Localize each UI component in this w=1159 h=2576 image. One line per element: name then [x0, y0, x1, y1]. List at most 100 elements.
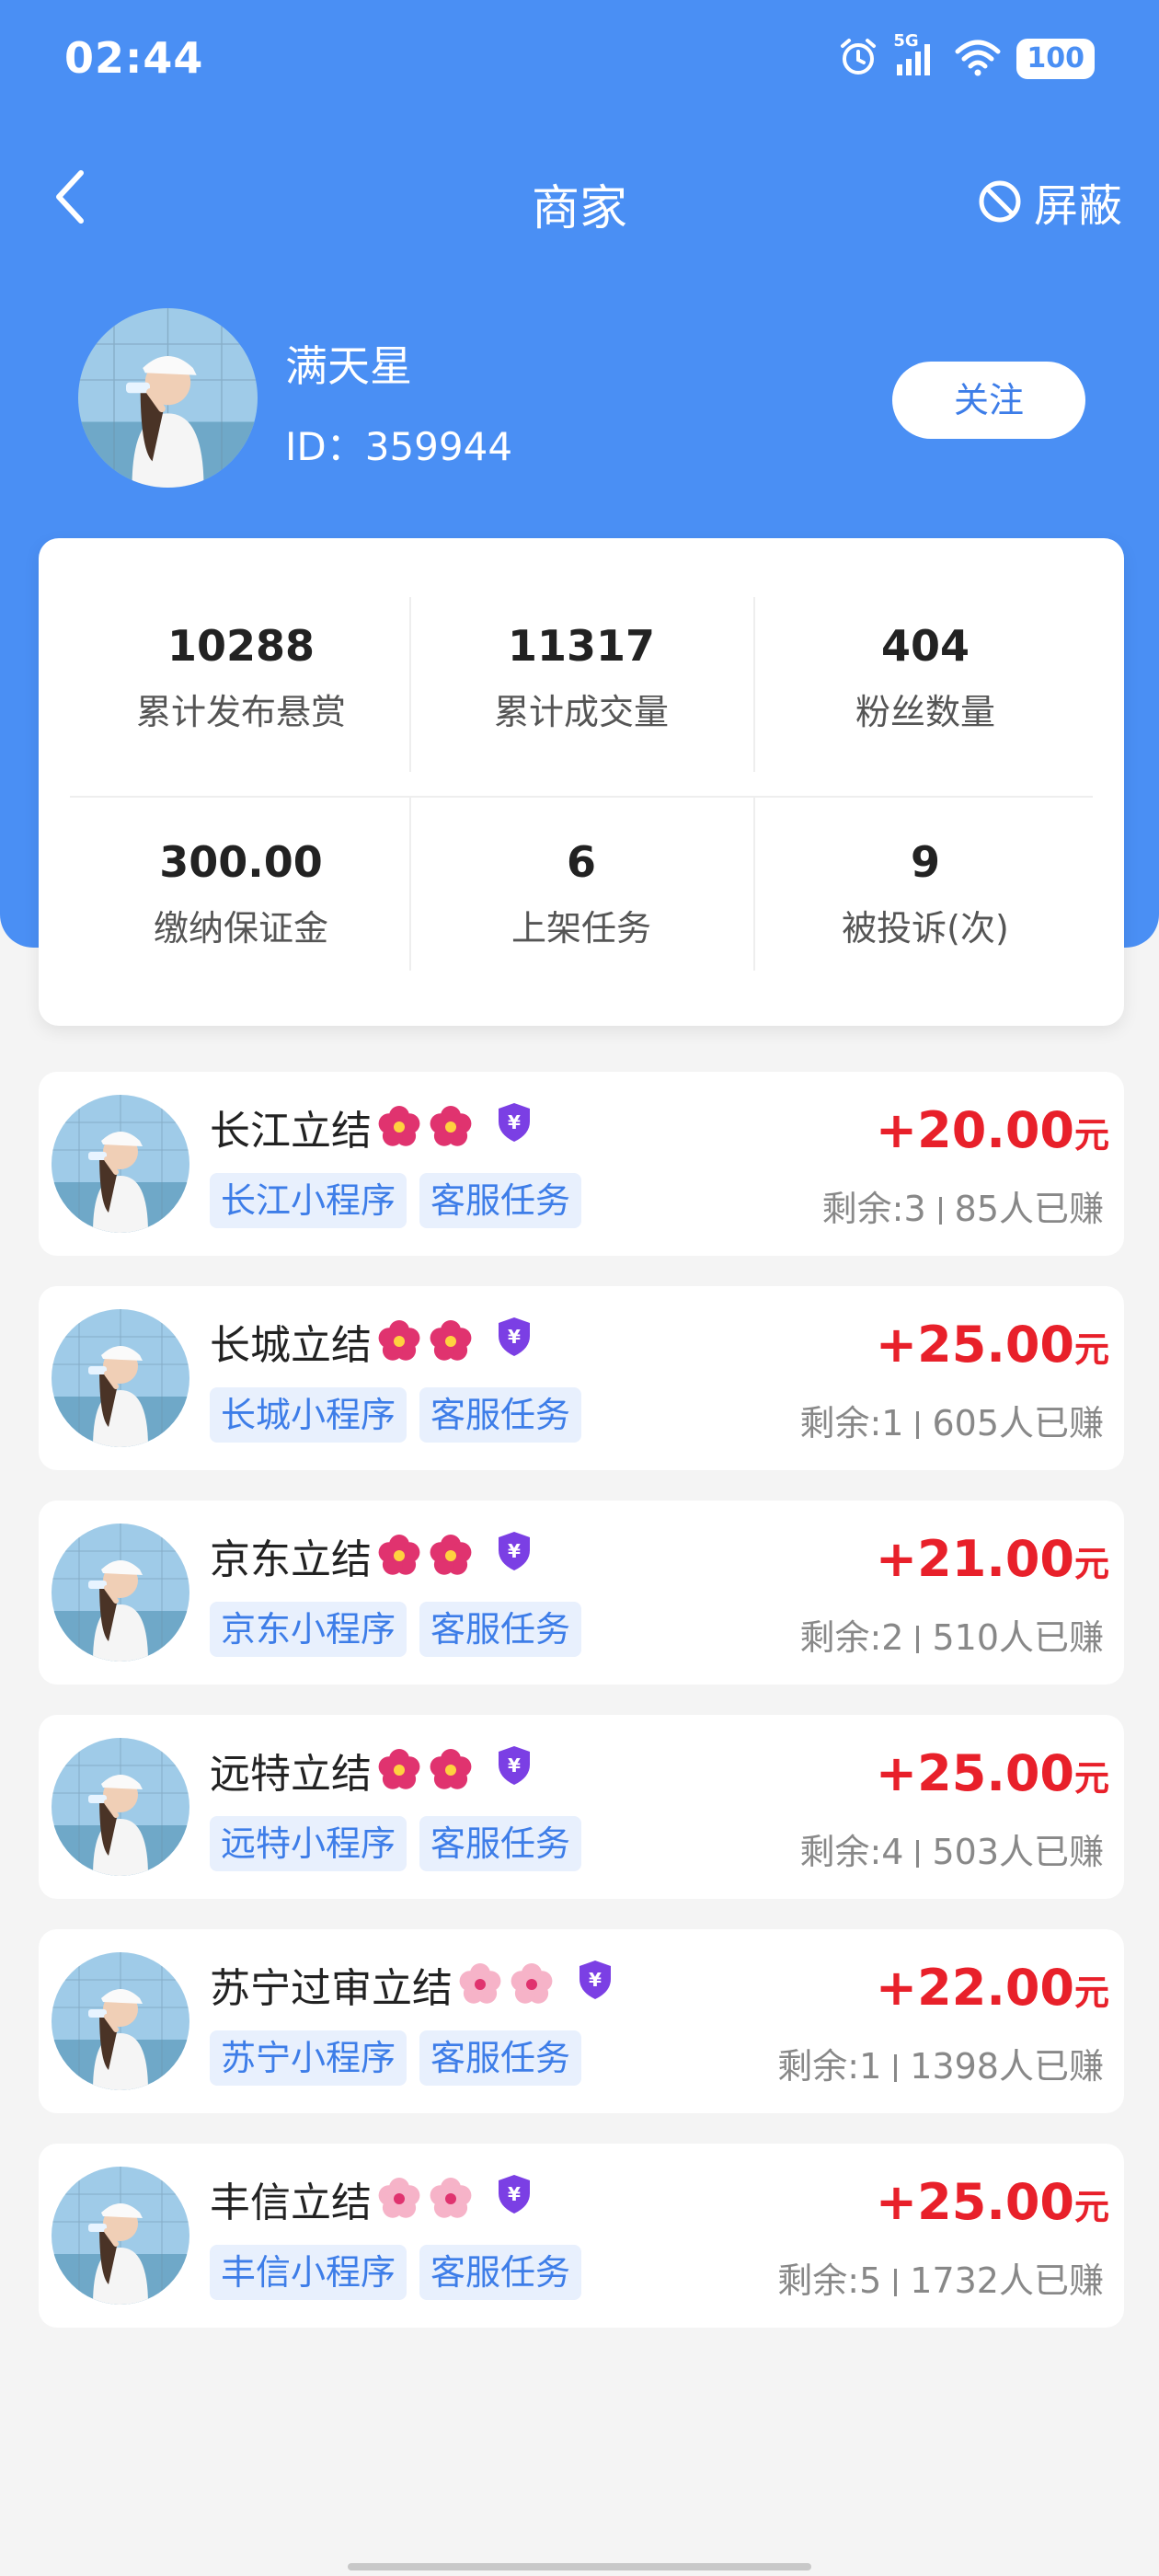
reward-amount: +21.00 — [875, 1530, 1074, 1588]
hibiscus-icon — [375, 1746, 423, 1794]
follow-button[interactable]: 关注 — [892, 362, 1085, 439]
cherry-blossom-icon — [427, 2175, 475, 2223]
task-avatar — [52, 1309, 189, 1447]
block-icon — [979, 180, 1021, 223]
meta-separator — [916, 1626, 920, 1653]
stat-label: 上架任务 — [511, 908, 651, 949]
reward-amount: +25.00 — [875, 1744, 1074, 1802]
signal-icon: 5G — [893, 31, 939, 81]
task-card[interactable]: 苏宁过审立结 ¥ 苏宁小程序 客服任务 +22.00元剩余:1 1398人已赚 — [39, 1929, 1124, 2113]
stat-label: 累计成交量 — [493, 692, 669, 732]
home-indicator[interactable] — [348, 2563, 811, 2570]
svg-text:¥: ¥ — [508, 1326, 521, 1348]
block-button[interactable]: 屏蔽 — [977, 169, 1122, 234]
nav-bar: 商家 屏蔽 — [0, 156, 1159, 248]
task-card[interactable]: 长江立结 ¥ 长江小程序 客服任务 +20.00元剩余:3 85人已赚 — [39, 1072, 1124, 1256]
stat-listed-tasks: 6 上架任务 — [410, 837, 752, 950]
task-reward: +20.00元 — [876, 1101, 1109, 1159]
hibiscus-icon — [427, 1746, 475, 1794]
task-card[interactable]: 长城立结 ¥ 长城小程序 客服任务 +25.00元 剩余:1 605人已赚 — [39, 1286, 1124, 1470]
task-tag: 京东小程序 — [210, 1602, 407, 1657]
cherry-blossom-icon — [508, 1961, 556, 2008]
stat-total-rewards: 10288 累计发布悬赏 — [70, 621, 412, 734]
task-remaining: 剩余:2 — [799, 1617, 904, 1658]
task-meta: 剩余:4 503人已赚 — [799, 1823, 1104, 1874]
task-tag: 客服任务 — [419, 1173, 582, 1228]
battery-indicator: 100 — [1016, 39, 1095, 79]
merchant-name: 满天星 — [285, 341, 412, 391]
hibiscus-icon — [375, 1103, 423, 1151]
reward-unit: 元 — [1073, 2187, 1109, 2227]
wifi-icon — [954, 37, 1002, 81]
task-meta: 剩余:3 85人已赚 — [822, 1180, 1104, 1231]
task-tag: 客服任务 — [419, 1816, 582, 1871]
task-reward: +21.00元 — [876, 1530, 1109, 1588]
task-title: 丰信立结 — [210, 2179, 372, 2226]
task-tag: 长江小程序 — [210, 1173, 407, 1228]
stat-label: 被投诉(次) — [842, 908, 1009, 949]
task-meta: 剩余:5 1732人已赚 — [777, 2252, 1104, 2303]
hibiscus-icon — [427, 1103, 475, 1151]
stat-complaints: 9 被投诉(次) — [754, 837, 1096, 950]
hibiscus-icon — [427, 1317, 475, 1365]
merchant-avatar[interactable] — [78, 308, 258, 488]
stat-label: 粉丝数量 — [855, 692, 995, 732]
task-card[interactable]: 丰信立结 ¥ 丰信小程序 客服任务 +25.00元 剩余:5 1732人已赚 — [39, 2144, 1124, 2328]
task-reward: +25.00元 — [876, 2173, 1109, 2231]
task-reward: +22.00元 — [876, 1959, 1109, 2017]
reward-unit: 元 — [1073, 1115, 1109, 1156]
svg-text:¥: ¥ — [508, 1111, 521, 1133]
hibiscus-icon — [375, 1532, 423, 1580]
task-earned: 1732人已赚 — [910, 2260, 1104, 2301]
reward-unit: 元 — [1073, 1972, 1109, 2013]
stat-total-deals: 11317 累计成交量 — [410, 621, 752, 734]
cherry-blossom-icon — [375, 2175, 423, 2223]
task-avatar — [52, 1738, 189, 1876]
task-tag: 客服任务 — [419, 2030, 582, 2086]
stat-value: 404 — [880, 621, 970, 671]
task-tag: 远特小程序 — [210, 1816, 407, 1871]
task-remaining: 剩余:4 — [799, 1832, 904, 1872]
meta-separator — [916, 1840, 920, 1868]
svg-text:¥: ¥ — [508, 1754, 521, 1777]
task-earned: 85人已赚 — [954, 1189, 1104, 1229]
task-reward: +25.00元 — [876, 1316, 1109, 1374]
meta-separator — [916, 1411, 920, 1439]
merchant-id: ID：359944 — [285, 424, 513, 469]
task-reward: +25.00元 — [876, 1744, 1109, 1802]
reward-amount: +25.00 — [875, 1316, 1074, 1374]
task-title: 苏宁过审立结 — [210, 1965, 453, 2012]
verified-badge-icon: ¥ — [495, 1316, 534, 1368]
task-card[interactable]: 远特立结 ¥ 远特小程序 客服任务 +25.00元 剩余:4 503人已赚 — [39, 1715, 1124, 1899]
task-earned: 1398人已赚 — [910, 2046, 1104, 2087]
stat-value: 6 — [566, 837, 596, 887]
task-earned: 510人已赚 — [932, 1617, 1104, 1658]
task-title: 长江立结 — [210, 1108, 372, 1155]
task-tag: 长城小程序 — [210, 1387, 407, 1443]
task-tag: 苏宁小程序 — [210, 2030, 407, 2086]
svg-text:¥: ¥ — [508, 2183, 521, 2205]
task-avatar — [52, 1952, 189, 2090]
stat-label: 缴纳保证金 — [153, 908, 328, 949]
reward-unit: 元 — [1073, 1758, 1109, 1799]
alarm-icon — [838, 37, 878, 81]
task-remaining: 剩余:1 — [777, 2046, 882, 2087]
task-card[interactable]: 京东立结 ¥ 京东小程序 客服任务 +21.00元 剩余:2 510人已赚 — [39, 1501, 1124, 1685]
divider — [70, 796, 1093, 798]
stat-value: 9 — [910, 837, 940, 887]
reward-amount: +25.00 — [875, 2173, 1074, 2231]
meta-separator — [894, 2269, 898, 2296]
meta-separator — [938, 1197, 942, 1225]
reward-amount: +22.00 — [875, 1959, 1074, 2017]
cherry-blossom-icon — [456, 1961, 504, 2008]
task-earned: 605人已赚 — [932, 1403, 1104, 1443]
reward-unit: 元 — [1073, 1329, 1109, 1370]
reward-unit: 元 — [1073, 1544, 1109, 1584]
stat-followers: 404 粉丝数量 — [754, 621, 1096, 734]
stat-label: 累计发布悬赏 — [135, 692, 346, 732]
task-tag: 客服任务 — [419, 1387, 582, 1443]
stat-deposit: 300.00 缴纳保证金 — [70, 837, 412, 950]
task-meta: 剩余:1 1398人已赚 — [777, 2038, 1104, 2088]
verified-badge-icon: ¥ — [576, 1959, 614, 2011]
meta-separator — [894, 2054, 898, 2082]
